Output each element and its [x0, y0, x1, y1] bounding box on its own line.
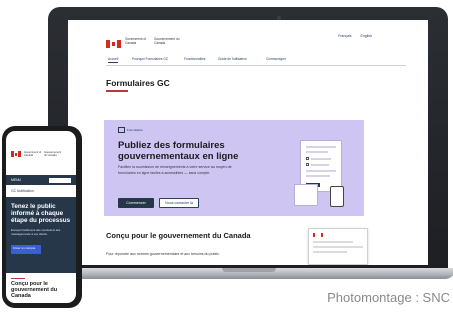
- main-nav: Accueil Pourquoi Formulaires GC Fonction…: [106, 56, 406, 66]
- nav-item-accueil[interactable]: Accueil: [108, 57, 119, 63]
- hero-banner: Formulaires Publiez des formulaires gouv…: [104, 120, 364, 216]
- phone-menu-bar: MENU: [6, 175, 76, 185]
- hero-tag: Formulaires: [118, 127, 143, 133]
- lang-link-en[interactable]: English: [361, 34, 372, 38]
- canada-flag-icon: [106, 40, 121, 48]
- phone-hero-paragraph: Envoyez facilement des courriels et des …: [11, 228, 61, 236]
- phone-section-heading: Conçu pour le gouvernement du Canada: [11, 281, 58, 300]
- nav-item-pourquoi[interactable]: Pourquoi Formulaires GC: [132, 57, 168, 61]
- lang-link-fr[interactable]: Français: [338, 34, 351, 38]
- preview-card: [308, 228, 368, 265]
- laptop-screen: Government of Canada Gouvernement du Can…: [68, 20, 428, 265]
- create-account-button[interactable]: Créer un compte: [11, 245, 41, 254]
- breadcrumb[interactable]: GC Notification: [11, 189, 34, 193]
- gov-signature-en: Government of Canada: [125, 37, 147, 45]
- phone-illustration: [330, 186, 344, 207]
- language-links: Français English: [330, 34, 372, 38]
- section-heading: Conçu pour le gouvernement du Canada: [106, 231, 251, 240]
- laptop-notch: [222, 268, 276, 272]
- card-illustration: [294, 184, 318, 206]
- contact-button[interactable]: Nous contacter ⧉: [159, 198, 199, 208]
- page-title: Formulaires GC: [106, 78, 170, 88]
- phone-hero-heading: Tenez le public informé à chaque étape d…: [11, 203, 71, 224]
- search-input[interactable]: [49, 177, 71, 183]
- gov-signature-fr: Gouvernement du Canada: [154, 37, 180, 45]
- menu-button[interactable]: MENU: [11, 178, 21, 182]
- nav-item-communiquer[interactable]: Communiquer: [266, 57, 286, 61]
- canada-flag-icon: [313, 233, 323, 237]
- section-paragraph: Pour répondre aux normes gouvernementale…: [106, 252, 220, 256]
- phone-gov-signature-fr: Gouvernement du Canada: [44, 151, 62, 157]
- nav-item-fonctionnalites[interactable]: Fonctionnalités: [184, 57, 205, 61]
- canada-flag-icon: [11, 151, 21, 157]
- nav-item-guide[interactable]: Guide de l'utilisateur: [218, 57, 247, 61]
- form-icon: [118, 127, 125, 133]
- hero-paragraph: Facilitez la soumission de renseignement…: [118, 165, 232, 175]
- phone-hero: Tenez le public informé à chaque étape d…: [6, 197, 76, 273]
- section-rule: [11, 278, 25, 279]
- title-underline: [106, 90, 128, 92]
- hero-heading: Publiez des formulaires gouvernementaux …: [118, 140, 239, 162]
- phone-screen: Government of Canada Gouvernement du Can…: [6, 131, 76, 303]
- phone-gov-signature-en: Government of Canada: [24, 151, 42, 157]
- photo-credit: Photomontage : SNC: [327, 290, 450, 305]
- site-header: Government of Canada Gouvernement du Can…: [68, 20, 428, 48]
- start-button[interactable]: Commencer: [118, 198, 154, 208]
